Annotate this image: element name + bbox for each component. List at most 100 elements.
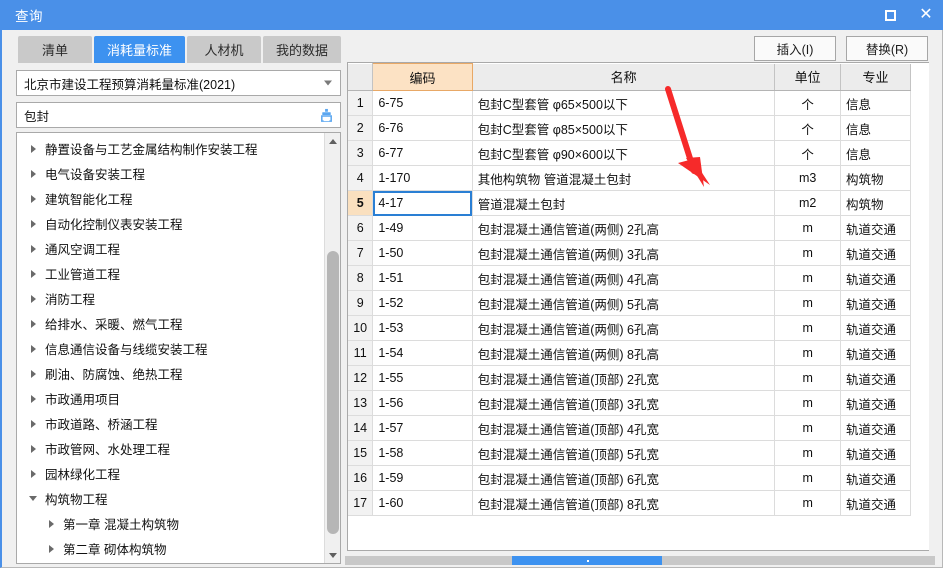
row-number-cell[interactable]: 9	[348, 290, 374, 316]
major-cell[interactable]: 轨道交通	[840, 340, 912, 366]
unit-cell[interactable]: m	[774, 440, 841, 466]
table-row[interactable]: 1 6-75 包封C型套管 φ65×500以下个信息	[348, 90, 912, 116]
code-cell[interactable]: 1-59	[372, 465, 473, 491]
table-row[interactable]: 7 1-50 包封混凝土通信管道(两侧) 3孔高 m 轨道交通	[348, 240, 912, 266]
chevron-right-icon[interactable]	[43, 544, 59, 553]
unit-cell[interactable]: 个	[774, 90, 841, 116]
major-cell[interactable]: 轨道交通	[840, 415, 912, 441]
row-number-cell[interactable]: 11	[348, 340, 374, 366]
replace-button[interactable]: 替换(R)	[846, 36, 928, 61]
name-cell[interactable]: 包封混凝土通信管道(两侧) 4孔高	[472, 265, 776, 291]
row-number-cell[interactable]: 5	[348, 190, 374, 216]
scroll-up-button[interactable]	[325, 133, 340, 149]
tree-item[interactable]: 静置设备与工艺金属结构制作安装工程	[17, 136, 325, 161]
table-row[interactable]: 17 1-60 包封混凝土通信管道(顶部) 8孔宽 m 轨道交通	[348, 490, 912, 516]
table-row[interactable]: 5 4-17 管道混凝土包封 m2 构筑物	[348, 190, 912, 216]
clear-brush-icon[interactable]	[316, 105, 336, 125]
code-cell[interactable]: 1-49	[372, 215, 473, 241]
column-header-major[interactable]: 专业	[840, 63, 912, 91]
name-cell[interactable]: 包封C型套管 φ85×500以下	[472, 115, 776, 141]
row-number-cell[interactable]: 7	[348, 240, 374, 266]
major-cell[interactable]: 轨道交通	[840, 390, 912, 416]
unit-cell[interactable]: 个	[774, 115, 841, 141]
table-row[interactable]: 16 1-59 包封混凝土通信管道(顶部) 6孔宽 m 轨道交通	[348, 465, 912, 491]
major-cell[interactable]: 轨道交通	[840, 490, 912, 516]
chevron-right-icon[interactable]	[25, 144, 41, 153]
row-number-cell[interactable]: 12	[348, 365, 374, 391]
tree-item[interactable]: 市政道路、桥涵工程	[17, 411, 325, 436]
major-cell[interactable]: 构筑物	[840, 190, 912, 216]
maximize-button[interactable]	[879, 4, 901, 26]
chevron-right-icon[interactable]	[25, 269, 41, 278]
code-cell[interactable]: 1-55	[372, 365, 473, 391]
row-number-cell[interactable]: 16	[348, 465, 374, 491]
name-cell[interactable]: 其他构筑物 管道混凝土包封	[472, 165, 776, 191]
name-cell[interactable]: 包封混凝土通信管道(两侧) 5孔高	[472, 290, 776, 316]
chevron-right-icon[interactable]	[25, 444, 41, 453]
major-cell[interactable]: 轨道交通	[840, 465, 912, 491]
standard-select[interactable]: 北京市建设工程预算消耗量标准(2021)	[16, 70, 341, 96]
scroll-down-button[interactable]	[325, 547, 340, 563]
chevron-right-icon[interactable]	[25, 319, 41, 328]
unit-cell[interactable]: m3	[774, 165, 841, 191]
code-cell[interactable]: 6-76	[372, 115, 473, 141]
close-button[interactable]: ✕	[915, 4, 937, 26]
unit-cell[interactable]: m2	[774, 190, 841, 216]
tab-wodeshuju[interactable]: 我的数据	[263, 36, 342, 63]
table-row[interactable]: 13 1-56 包封混凝土通信管道(顶部) 3孔宽 m 轨道交通	[348, 390, 912, 416]
row-number-cell[interactable]: 15	[348, 440, 374, 466]
chevron-right-icon[interactable]	[43, 519, 59, 528]
major-cell[interactable]: 信息	[840, 115, 912, 141]
table-row[interactable]: 14 1-57 包封混凝土通信管道(顶部) 4孔宽 m 轨道交通	[348, 415, 912, 441]
code-cell[interactable]: 1-60	[372, 490, 473, 516]
row-number-cell[interactable]: 6	[348, 215, 374, 241]
code-cell[interactable]: 6-77	[372, 140, 473, 166]
column-header-name[interactable]: 名称	[472, 63, 776, 91]
chevron-right-icon[interactable]	[25, 469, 41, 478]
search-input[interactable]: 包封	[16, 102, 341, 128]
tree-vertical-scrollbar[interactable]	[324, 133, 340, 563]
chevron-right-icon[interactable]	[25, 194, 41, 203]
table-row[interactable]: 2 6-76 包封C型套管 φ85×500以下个信息	[348, 115, 912, 141]
tree-item[interactable]: 自动化控制仪表安装工程	[17, 211, 325, 236]
scrollbar-thumb[interactable]	[512, 556, 662, 565]
tree-item[interactable]: 园林绿化工程	[17, 461, 325, 486]
major-cell[interactable]: 轨道交通	[840, 440, 912, 466]
row-number-cell[interactable]: 2	[348, 115, 374, 141]
major-cell[interactable]: 信息	[840, 90, 912, 116]
table-row[interactable]: 3 6-77 包封C型套管 φ90×600以下个信息	[348, 140, 912, 166]
tree-item[interactable]: 工业管道工程	[17, 261, 325, 286]
name-cell[interactable]: 包封混凝土通信管道(顶部) 5孔宽	[472, 440, 776, 466]
row-number-cell[interactable]: 17	[348, 490, 374, 516]
column-header-code[interactable]: 编码	[372, 63, 473, 91]
tree-item[interactable]: 第一章 混凝土构筑物	[17, 511, 325, 536]
name-cell[interactable]: 包封混凝土通信管道(顶部) 2孔宽	[472, 365, 776, 391]
unit-cell[interactable]: m	[774, 340, 841, 366]
table-row[interactable]: 15 1-58 包封混凝土通信管道(顶部) 5孔宽 m 轨道交通	[348, 440, 912, 466]
major-cell[interactable]: 轨道交通	[840, 265, 912, 291]
table-row[interactable]: 8 1-51 包封混凝土通信管道(两侧) 4孔高 m 轨道交通	[348, 265, 912, 291]
major-cell[interactable]: 构筑物	[840, 165, 912, 191]
tree-item[interactable]: 构筑物工程	[17, 486, 325, 511]
name-cell[interactable]: 包封C型套管 φ65×500以下	[472, 90, 776, 116]
unit-cell[interactable]: m	[774, 315, 841, 341]
major-cell[interactable]: 信息	[840, 140, 912, 166]
table-horizontal-scrollbar[interactable]	[345, 556, 935, 565]
unit-cell[interactable]: m	[774, 490, 841, 516]
column-header-index[interactable]	[348, 63, 374, 91]
tab-xiaohaoliang-biaozhun[interactable]: 消耗量标准	[94, 36, 186, 63]
chevron-down-icon[interactable]	[25, 496, 41, 501]
name-cell[interactable]: 包封混凝土通信管道(两侧) 2孔高	[472, 215, 776, 241]
major-cell[interactable]: 轨道交通	[840, 315, 912, 341]
tree-item[interactable]: 建筑智能化工程	[17, 186, 325, 211]
tab-rencaiji[interactable]: 人材机	[187, 36, 262, 63]
name-cell[interactable]: 包封混凝土通信管道(顶部) 8孔宽	[472, 490, 776, 516]
name-cell[interactable]: 管道混凝土包封	[472, 190, 776, 216]
row-number-cell[interactable]: 1	[348, 90, 374, 116]
unit-cell[interactable]: m	[774, 265, 841, 291]
code-cell[interactable]: 1-56	[372, 390, 473, 416]
major-cell[interactable]: 轨道交通	[840, 290, 912, 316]
unit-cell[interactable]: m	[774, 390, 841, 416]
row-number-cell[interactable]: 4	[348, 165, 374, 191]
insert-button[interactable]: 插入(I)	[754, 36, 836, 61]
